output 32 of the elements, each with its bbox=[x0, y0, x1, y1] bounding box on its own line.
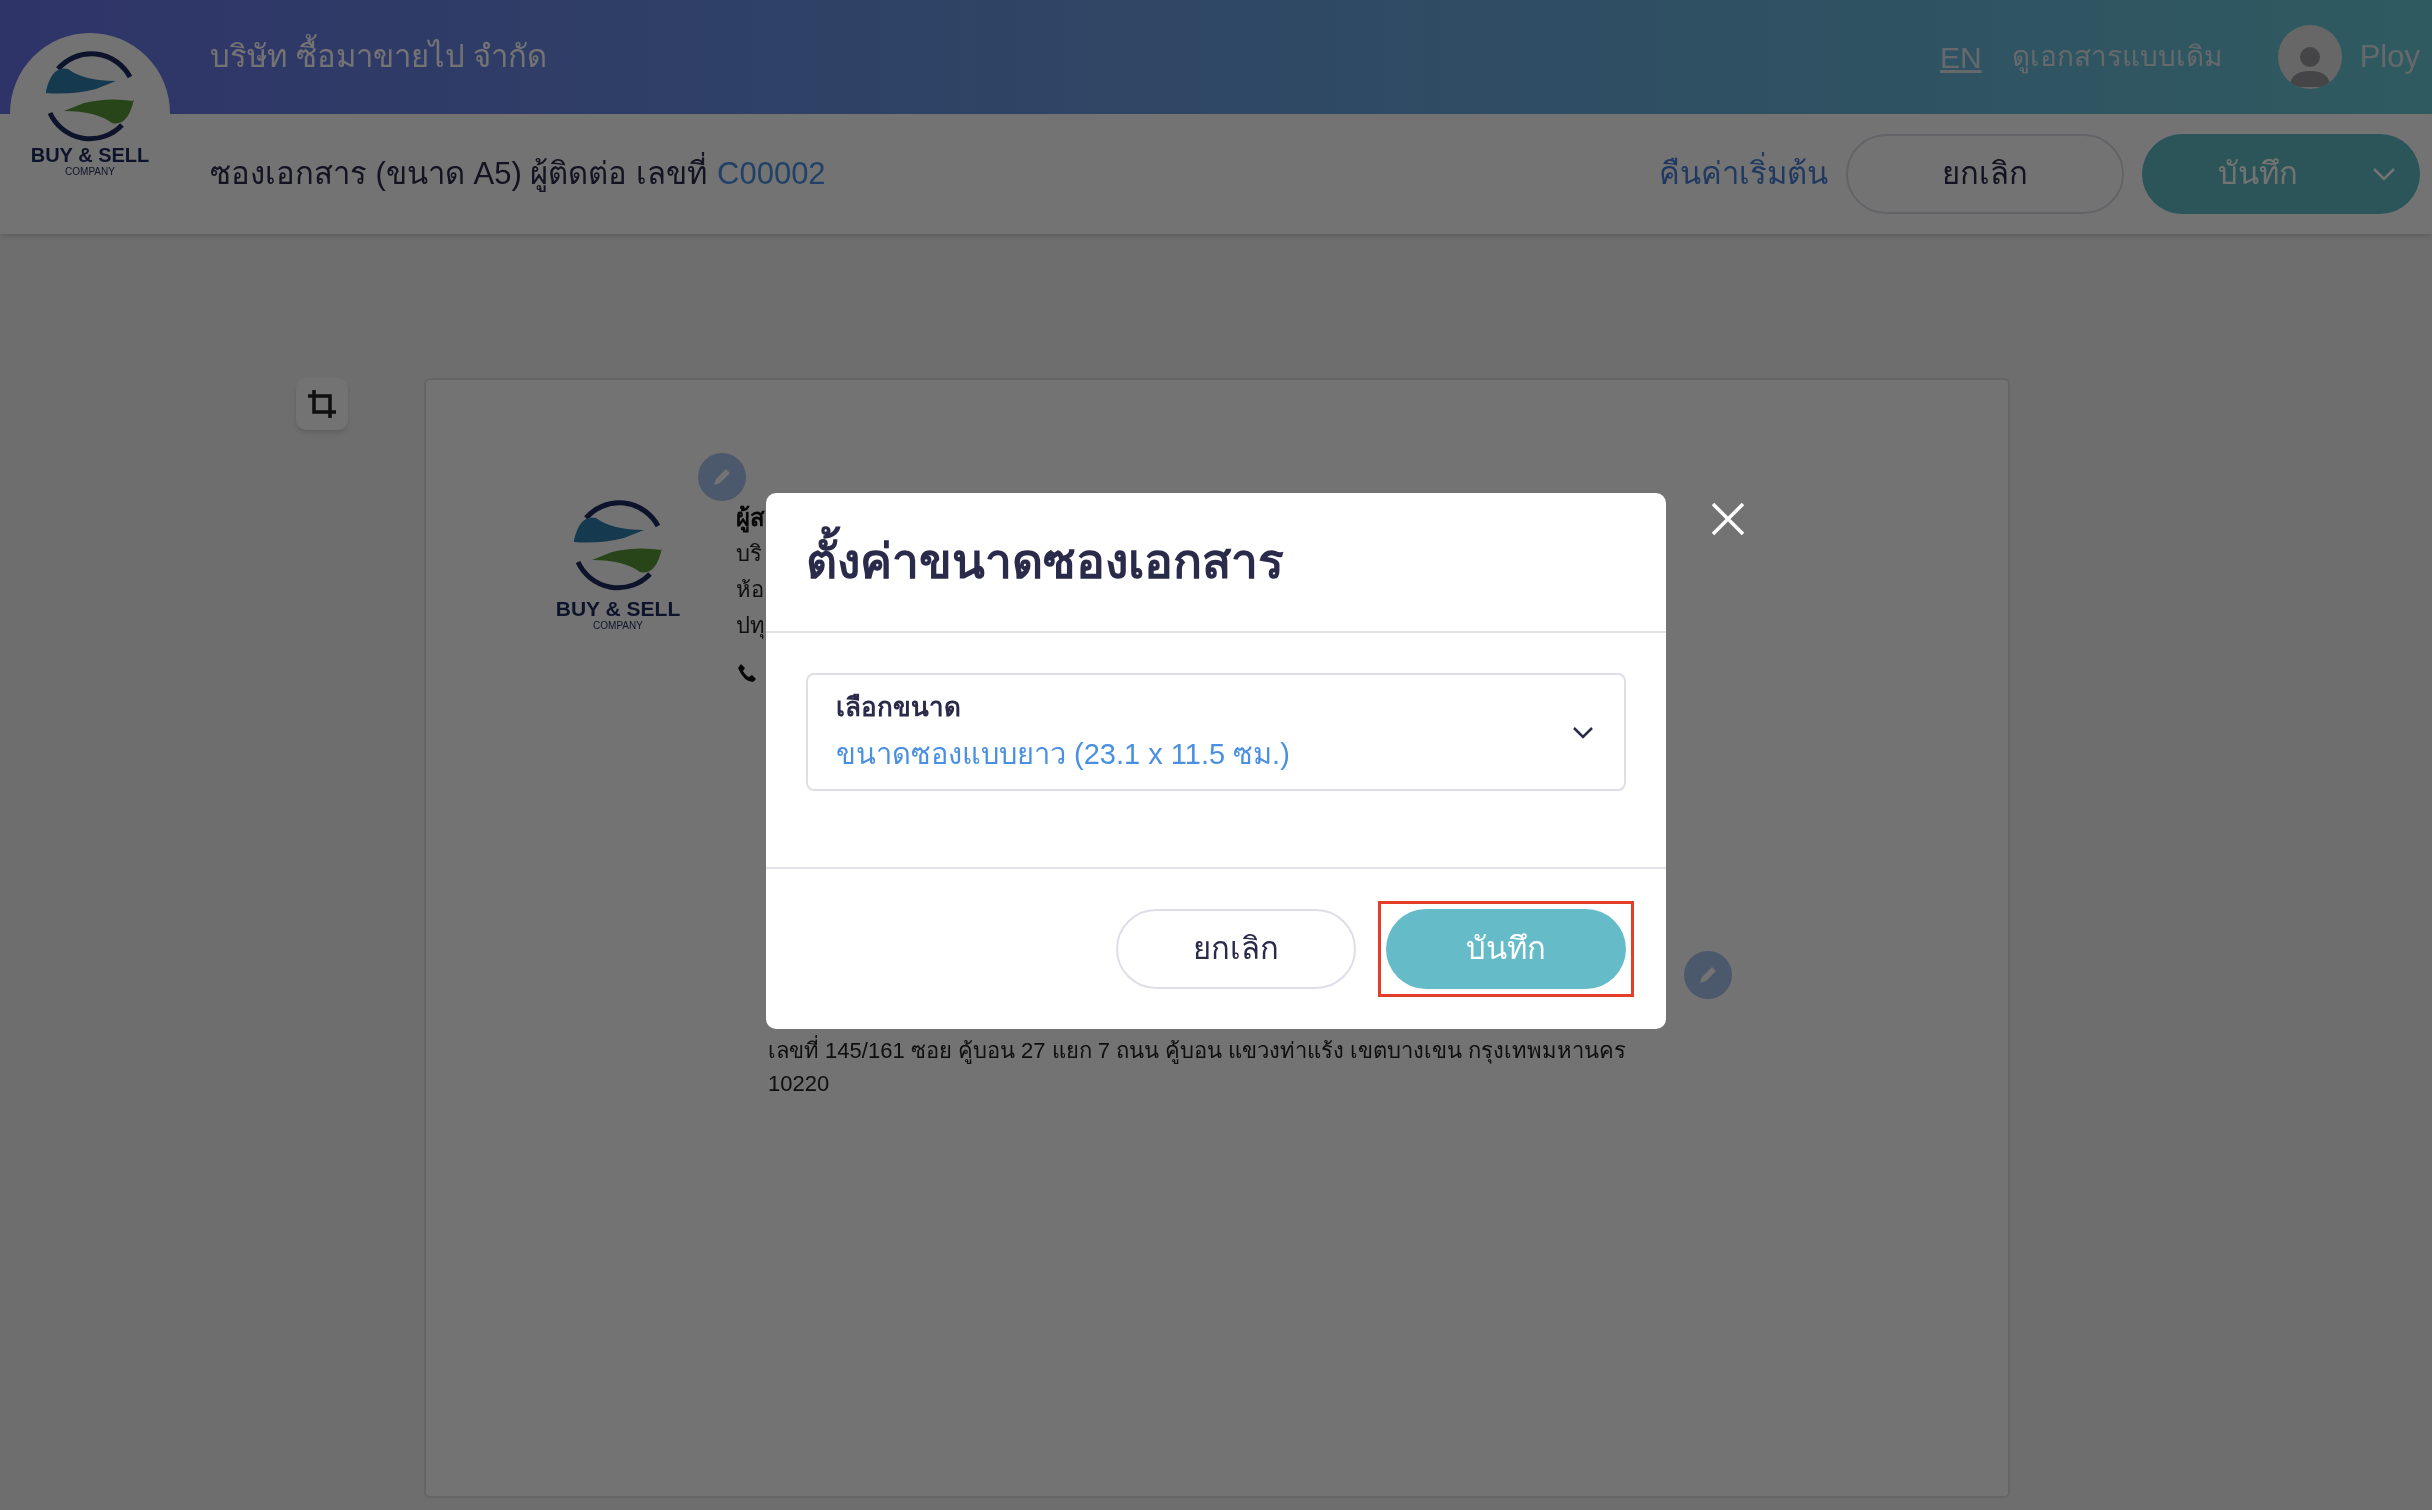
crop-button[interactable] bbox=[296, 378, 348, 430]
field-label: เลือกขนาด bbox=[836, 690, 962, 724]
postcode-text: 10220 bbox=[768, 1070, 831, 1098]
save-button[interactable]: บันทึก bbox=[2142, 134, 2420, 214]
company-name: บริษัท ซื้อมาขายไป จำกัด bbox=[210, 33, 548, 81]
cancel-button[interactable]: ยกเลิก bbox=[1846, 134, 2124, 214]
document-title: ซองเอกสาร (ขนาด A5) ผู้ติดต่อ เลขที่ bbox=[210, 150, 707, 198]
chevron-down-icon bbox=[1572, 725, 1594, 739]
phone-icon bbox=[736, 662, 758, 684]
logo-subtitle: COMPANY bbox=[593, 621, 643, 631]
crop-icon bbox=[306, 388, 338, 420]
logo-name: BUY & SELL bbox=[30, 145, 150, 165]
field-value: ขนาดซองแบบยาว (23.1 x 11.5 ซม.) bbox=[836, 736, 1291, 772]
dialog-title: ตั้งค่าขนาดซองเอกสาร bbox=[806, 526, 1284, 598]
document-number: C00002 bbox=[717, 154, 826, 193]
save-button[interactable]: บันทึก bbox=[1386, 909, 1626, 989]
edit-button[interactable] bbox=[1684, 951, 1732, 999]
edit-button[interactable] bbox=[698, 453, 746, 501]
chevron-down-icon bbox=[2372, 167, 2396, 181]
pencil-icon bbox=[1697, 964, 1719, 986]
close-icon bbox=[1710, 501, 1746, 537]
logo-name: BUY & SELL bbox=[555, 598, 681, 619]
sender-line: ปทุ bbox=[736, 612, 765, 640]
cancel-button[interactable]: ยกเลิก bbox=[1116, 909, 1356, 989]
pencil-icon bbox=[711, 466, 733, 488]
sender-line: บริ bbox=[736, 540, 763, 568]
size-select[interactable]: เลือกขนาด ขนาดซองแบบยาว (23.1 x 11.5 ซม.) bbox=[806, 673, 1626, 791]
address-text: เลขที่ 145/161 ซอย คู้บอน 27 แยก 7 ถนน คู้บอน แขวงท่าแร้ง เขตบางเขน กรุงเทพมหานคร bbox=[768, 1034, 2008, 1067]
reset-link[interactable]: คืนค่าเริ่มต้น bbox=[1659, 150, 1828, 198]
sender-heading: ผู้ส bbox=[736, 504, 765, 532]
sender-line: ห้อ bbox=[736, 576, 765, 604]
logo-subtitle: COMPANY bbox=[65, 167, 115, 177]
